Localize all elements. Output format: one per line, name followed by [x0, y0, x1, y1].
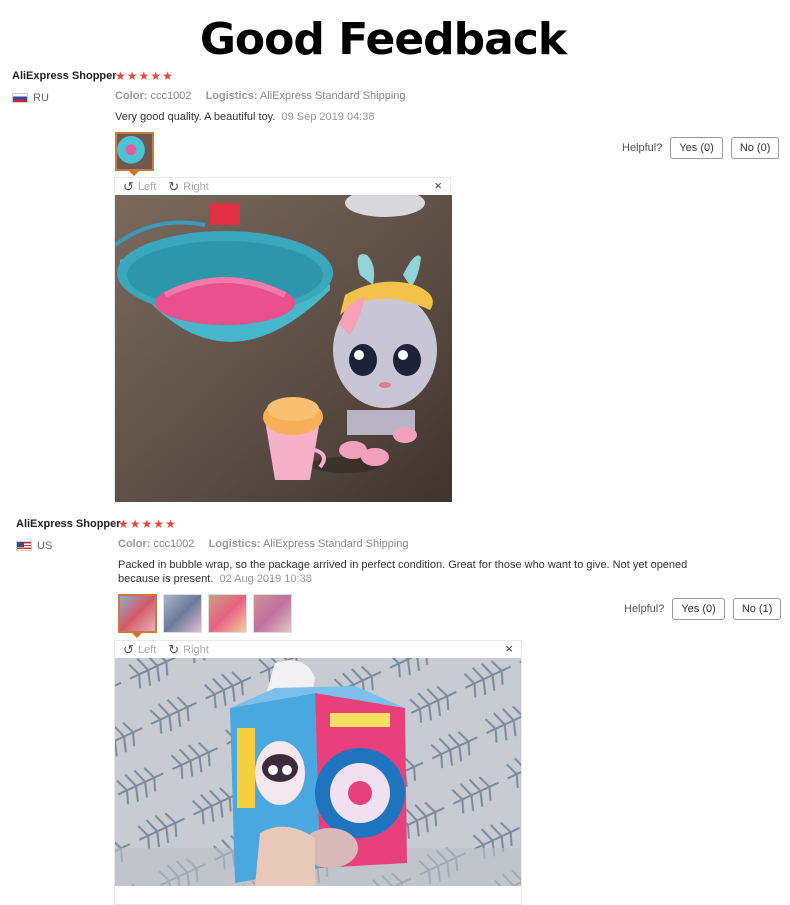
helpful-voting: Helpful? Yes (0) No (1)	[624, 598, 782, 620]
color-label: Color:	[118, 538, 151, 550]
russia-flag-icon	[12, 93, 28, 103]
color-value: ccc1002	[150, 90, 192, 102]
star-icon: ★	[126, 69, 138, 83]
reviewer-country: US	[16, 540, 116, 552]
review-item: AliExpress Shopper US ★ ★ ★ ★ ★ Color: c…	[0, 514, 790, 905]
review-item: AliExpress Shopper RU ★ ★ ★ ★ ★ Color: c…	[0, 66, 790, 506]
reviewer-country: RU	[12, 92, 112, 104]
helpful-voting: Helpful? Yes (0) No (0)	[622, 137, 780, 159]
reviewer-name: AliExpress Shopper	[16, 518, 121, 530]
helpful-yes-button[interactable]: Yes (0)	[672, 598, 725, 620]
color-label: Color:	[115, 90, 148, 102]
country-code: US	[37, 540, 53, 552]
star-icon: ★	[150, 69, 162, 83]
star-rating: ★ ★ ★ ★ ★	[115, 70, 173, 82]
star-icon: ★	[115, 69, 126, 83]
photo-thumbnail[interactable]	[253, 594, 292, 633]
rotate-left-icon[interactable]: ↺	[123, 642, 134, 658]
rotate-right-icon[interactable]: ↻	[168, 179, 179, 195]
helpful-label: Helpful?	[622, 142, 663, 154]
star-icon: ★	[118, 517, 129, 531]
review-photo	[115, 195, 452, 502]
reviewer-name: AliExpress Shopper	[12, 70, 117, 82]
star-icon: ★	[138, 69, 150, 83]
rotate-right-button[interactable]: Right	[183, 181, 209, 193]
photo-viewer: ↺ Left ↻ Right ×	[114, 640, 522, 905]
color-value: ccc1002	[153, 538, 195, 550]
star-icon: ★	[165, 517, 176, 531]
page-title: Good Feedback	[199, 14, 567, 65]
photo-thumbnail[interactable]	[163, 594, 202, 633]
logistics-value: AliExpress Standard Shipping	[262, 538, 409, 550]
review-text: Very good quality. A beautiful toy. 09 S…	[115, 110, 705, 124]
package-photo-image	[115, 658, 521, 886]
rotate-left-button[interactable]: Left	[138, 644, 156, 656]
order-info: Color: ccc1002 Logistics: AliExpress Sta…	[118, 538, 409, 550]
review-photos	[115, 132, 154, 176]
order-info: Color: ccc1002 Logistics: AliExpress Sta…	[115, 90, 406, 102]
photo-thumbnail[interactable]	[208, 594, 247, 633]
country-code: RU	[33, 92, 49, 104]
toy-photo-image	[115, 195, 452, 502]
star-icon: ★	[153, 517, 165, 531]
photo-thumbnail[interactable]	[118, 594, 157, 638]
helpful-label: Helpful?	[624, 603, 665, 615]
rotate-left-button[interactable]: Left	[138, 181, 156, 193]
review-photos	[118, 594, 292, 638]
review-text: Packed in bubble wrap, so the package ar…	[118, 558, 708, 586]
photo-viewer: ↺ Left ↻ Right ×	[114, 177, 452, 502]
helpful-no-button[interactable]: No (1)	[732, 598, 782, 620]
review-body: Very good quality. A beautiful toy.	[115, 111, 276, 123]
star-rating: ★ ★ ★ ★ ★	[118, 518, 176, 530]
logistics-label: Logistics:	[208, 538, 261, 550]
review-body: Packed in bubble wrap, so the package ar…	[118, 559, 688, 585]
star-icon: ★	[162, 69, 173, 83]
helpful-no-button[interactable]: No (0)	[730, 137, 780, 159]
rotate-left-icon[interactable]: ↺	[123, 179, 134, 195]
viewer-toolbar: ↺ Left ↻ Right ×	[115, 641, 521, 658]
reviewer-info: AliExpress Shopper US	[16, 518, 121, 552]
review-date: 09 Sep 2019 04:38	[281, 111, 375, 123]
reviewer-info: AliExpress Shopper RU	[12, 70, 117, 104]
review-photo	[115, 658, 521, 886]
photo-thumbnail[interactable]	[115, 132, 154, 176]
usa-flag-icon	[16, 541, 32, 551]
star-icon: ★	[141, 517, 153, 531]
review-date: 02 Aug 2019 10:38	[219, 573, 312, 585]
close-icon[interactable]: ×	[505, 641, 513, 656]
rotate-right-button[interactable]: Right	[183, 644, 209, 656]
helpful-yes-button[interactable]: Yes (0)	[670, 137, 723, 159]
logistics-value: AliExpress Standard Shipping	[259, 90, 406, 102]
rotate-right-icon[interactable]: ↻	[168, 642, 179, 658]
logistics-label: Logistics:	[205, 90, 258, 102]
viewer-toolbar: ↺ Left ↻ Right ×	[115, 178, 450, 195]
close-icon[interactable]: ×	[434, 178, 442, 193]
star-icon: ★	[129, 517, 141, 531]
